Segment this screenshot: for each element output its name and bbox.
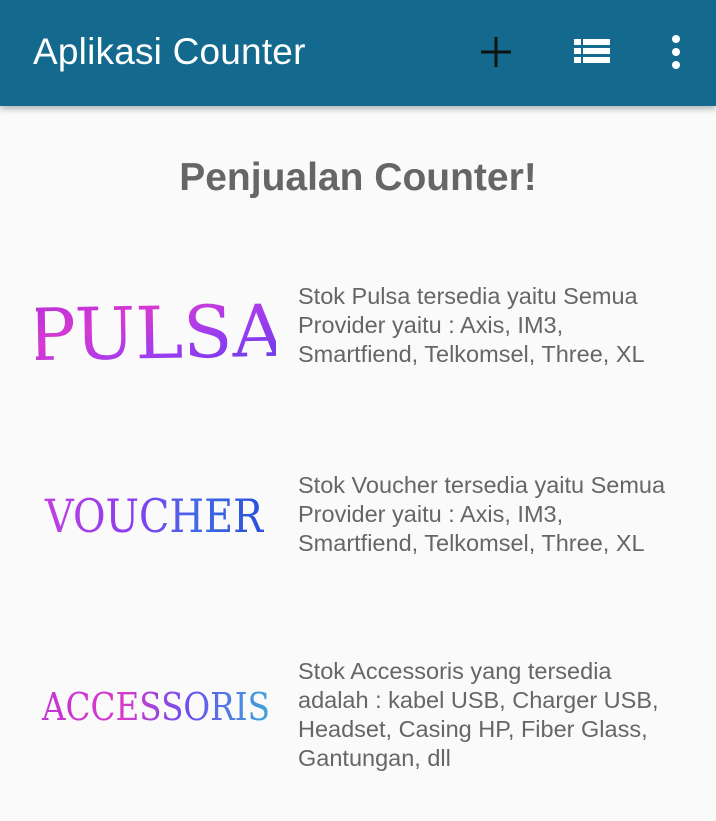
list-item-accessoris: ACCESSORIS Stok Accessoris yang tersedia… — [0, 654, 716, 804]
plus-icon — [481, 37, 511, 67]
accessoris-logo: ACCESSORIS — [41, 685, 270, 729]
overflow-menu-button[interactable] — [646, 22, 706, 82]
item-description: Stok Accessoris yang tersedia adalah : k… — [298, 658, 659, 771]
list-item-voucher: VOUCHER Stok Voucher tersedia yaitu Semu… — [0, 466, 716, 616]
app-bar: Aplikasi Counter — [0, 0, 716, 106]
list-view-button[interactable] — [562, 22, 622, 82]
pulsa-logo-text: PULSA — [36, 289, 276, 376]
main-content: Penjualan Counter! PULSA Stok Pulsa ters… — [0, 106, 716, 821]
pulsa-logo: PULSA — [36, 289, 276, 376]
voucher-logo-text: VOUCHER — [44, 489, 264, 543]
list-icon — [574, 39, 610, 63]
app-title: Aplikasi Counter — [33, 31, 306, 72]
add-button[interactable] — [466, 22, 526, 82]
voucher-logo: VOUCHER — [44, 489, 264, 543]
item-description: Stok Pulsa tersedia yaitu Semua Provider… — [298, 283, 645, 367]
list-item-pulsa: PULSA Stok Pulsa tersedia yaitu Semua Pr… — [0, 276, 716, 426]
item-description: Stok Voucher tersedia yaitu Semua Provid… — [298, 472, 666, 556]
more-vert-icon — [672, 35, 680, 69]
page-title: Penjualan Counter! — [179, 156, 537, 199]
accessoris-logo-text: ACCESSORIS — [41, 685, 270, 729]
